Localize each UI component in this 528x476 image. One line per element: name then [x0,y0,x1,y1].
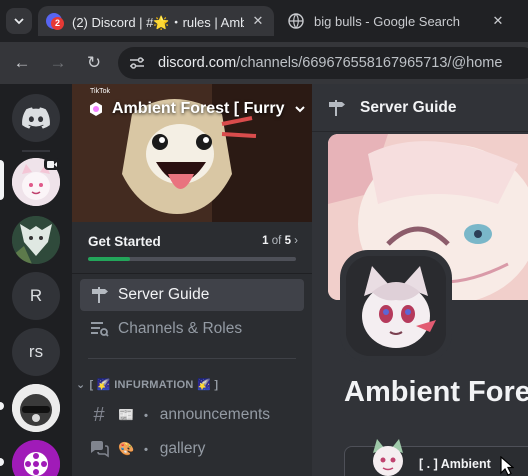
server-title: Ambient Fore [344,376,528,408]
channel-announcements[interactable]: # 📰 ・ announcements [80,399,304,431]
discord-logo-icon [22,107,50,129]
url-path: /channels/669676558167965713/@home [236,55,503,71]
channel-label: announcements [159,406,271,423]
tab-discord[interactable]: 2 (2) Discord | #🌟・rules | Ambie ✕ [38,6,274,36]
server-avatar-icon [12,216,60,264]
sidebar-divider [88,358,296,359]
signpost-icon [329,99,345,116]
server-film[interactable] [12,440,60,476]
server-separator [22,150,50,152]
progress-fill [88,257,130,261]
server-guide-label: Server Guide [118,286,210,303]
server-name-header[interactable]: Ambient Forest [ Furry [88,100,306,118]
selected-server-pill [0,160,4,200]
film-reel-icon [12,440,60,476]
dot-separator: ・ [138,408,154,425]
dot-separator: ・ [138,442,154,459]
video-badge-icon [44,158,60,170]
list-icon [88,319,110,339]
member-avatar-icon [373,439,403,476]
category-label: [ 🌠 INFURMATION 🌠 ] [89,379,219,391]
address-bar-row: ← → ↻ discord.com/channels/6696765581679… [0,42,528,84]
server-avatar-icon [12,384,60,432]
channel-gallery[interactable]: 🎨 ・ gallery [80,433,304,465]
server-rs[interactable]: rs [12,328,60,376]
server-boost-badge-icon [90,102,102,116]
main-header-title: Server Guide [360,98,457,116]
main-header: Server Guide [312,84,528,132]
server-r[interactable]: R [12,272,60,320]
chevron-down-icon [14,18,24,25]
server-banner[interactable]: TikTok Ambient Forest [ Furry [72,84,312,222]
forward-arrow-icon[interactable]: → [48,53,68,73]
globe-icon [288,13,304,29]
forum-icon [88,439,110,459]
address-bar[interactable]: discord.com/channels/669676558167965713/… [118,47,528,79]
unread-pill [0,402,4,410]
hash-icon: # [93,403,105,426]
getting-started-progress [88,257,296,261]
channel-sidebar: TikTok Ambient Forest [ Furry Get Starte… [72,84,312,476]
server-guide-item[interactable]: Server Guide [80,279,304,311]
reload-icon[interactable]: ↻ [84,53,104,73]
tab-google[interactable]: big bulls - Google Search ✕ [280,6,514,36]
url-host: discord.com [158,55,237,71]
server-wolf[interactable] [12,216,60,264]
notification-badge: 2 [51,17,64,30]
category-infurmation[interactable]: ⌄[ 🌠 INFURMATION 🌠 ] [76,378,218,391]
site-settings-icon[interactable] [128,56,146,70]
server-icon-large [340,250,452,362]
server-raccoon[interactable] [12,384,60,432]
discord-favicon-icon: 2 [46,13,64,30]
server-name: Ambient Forest [ Furry [112,100,285,117]
main-content: Server Guide Ambient Fore [.] Ambient [312,84,528,476]
chevron-down-icon [295,106,306,113]
tab-title: big bulls - Google Search [314,13,460,29]
unread-pill [0,458,4,466]
getting-started-panel[interactable]: Get Started 1 of 5 › [72,222,312,274]
channel-label: gallery [159,440,206,457]
channels-roles-label: Channels & Roles [118,320,243,337]
tab-bar: 2 (2) Discord | #🌟・rules | Ambie ✕ big b… [0,0,528,42]
channels-roles-item[interactable]: Channels & Roles [80,313,304,345]
back-arrow-icon[interactable]: ← [12,53,32,73]
screen: 2 (2) Discord | #🌟・rules | Ambie ✕ big b… [0,0,528,476]
signpost-icon [88,285,110,305]
member-name: [ . ] Ambient [419,457,491,471]
close-tab-icon[interactable]: ✕ [490,13,506,29]
mouse-cursor-icon [500,456,514,476]
tiktok-watermark: TikTok [90,88,110,95]
close-tab-icon[interactable]: ✕ [250,13,266,29]
discord-home-button[interactable] [12,94,60,142]
channel-emoji: 📰 [118,407,135,422]
server-avatar-icon [346,256,446,356]
server-list: R rs [0,84,72,476]
tab-title: (2) Discord | #🌟・rules | Ambie [72,14,244,30]
channel-emoji: 🎨 [118,441,135,456]
getting-started-label: Get Started [88,234,161,249]
chevron-down-icon: ⌄ [76,379,86,391]
tab-search-button[interactable] [6,8,32,34]
getting-started-count: 1 of 5 › [262,235,298,247]
